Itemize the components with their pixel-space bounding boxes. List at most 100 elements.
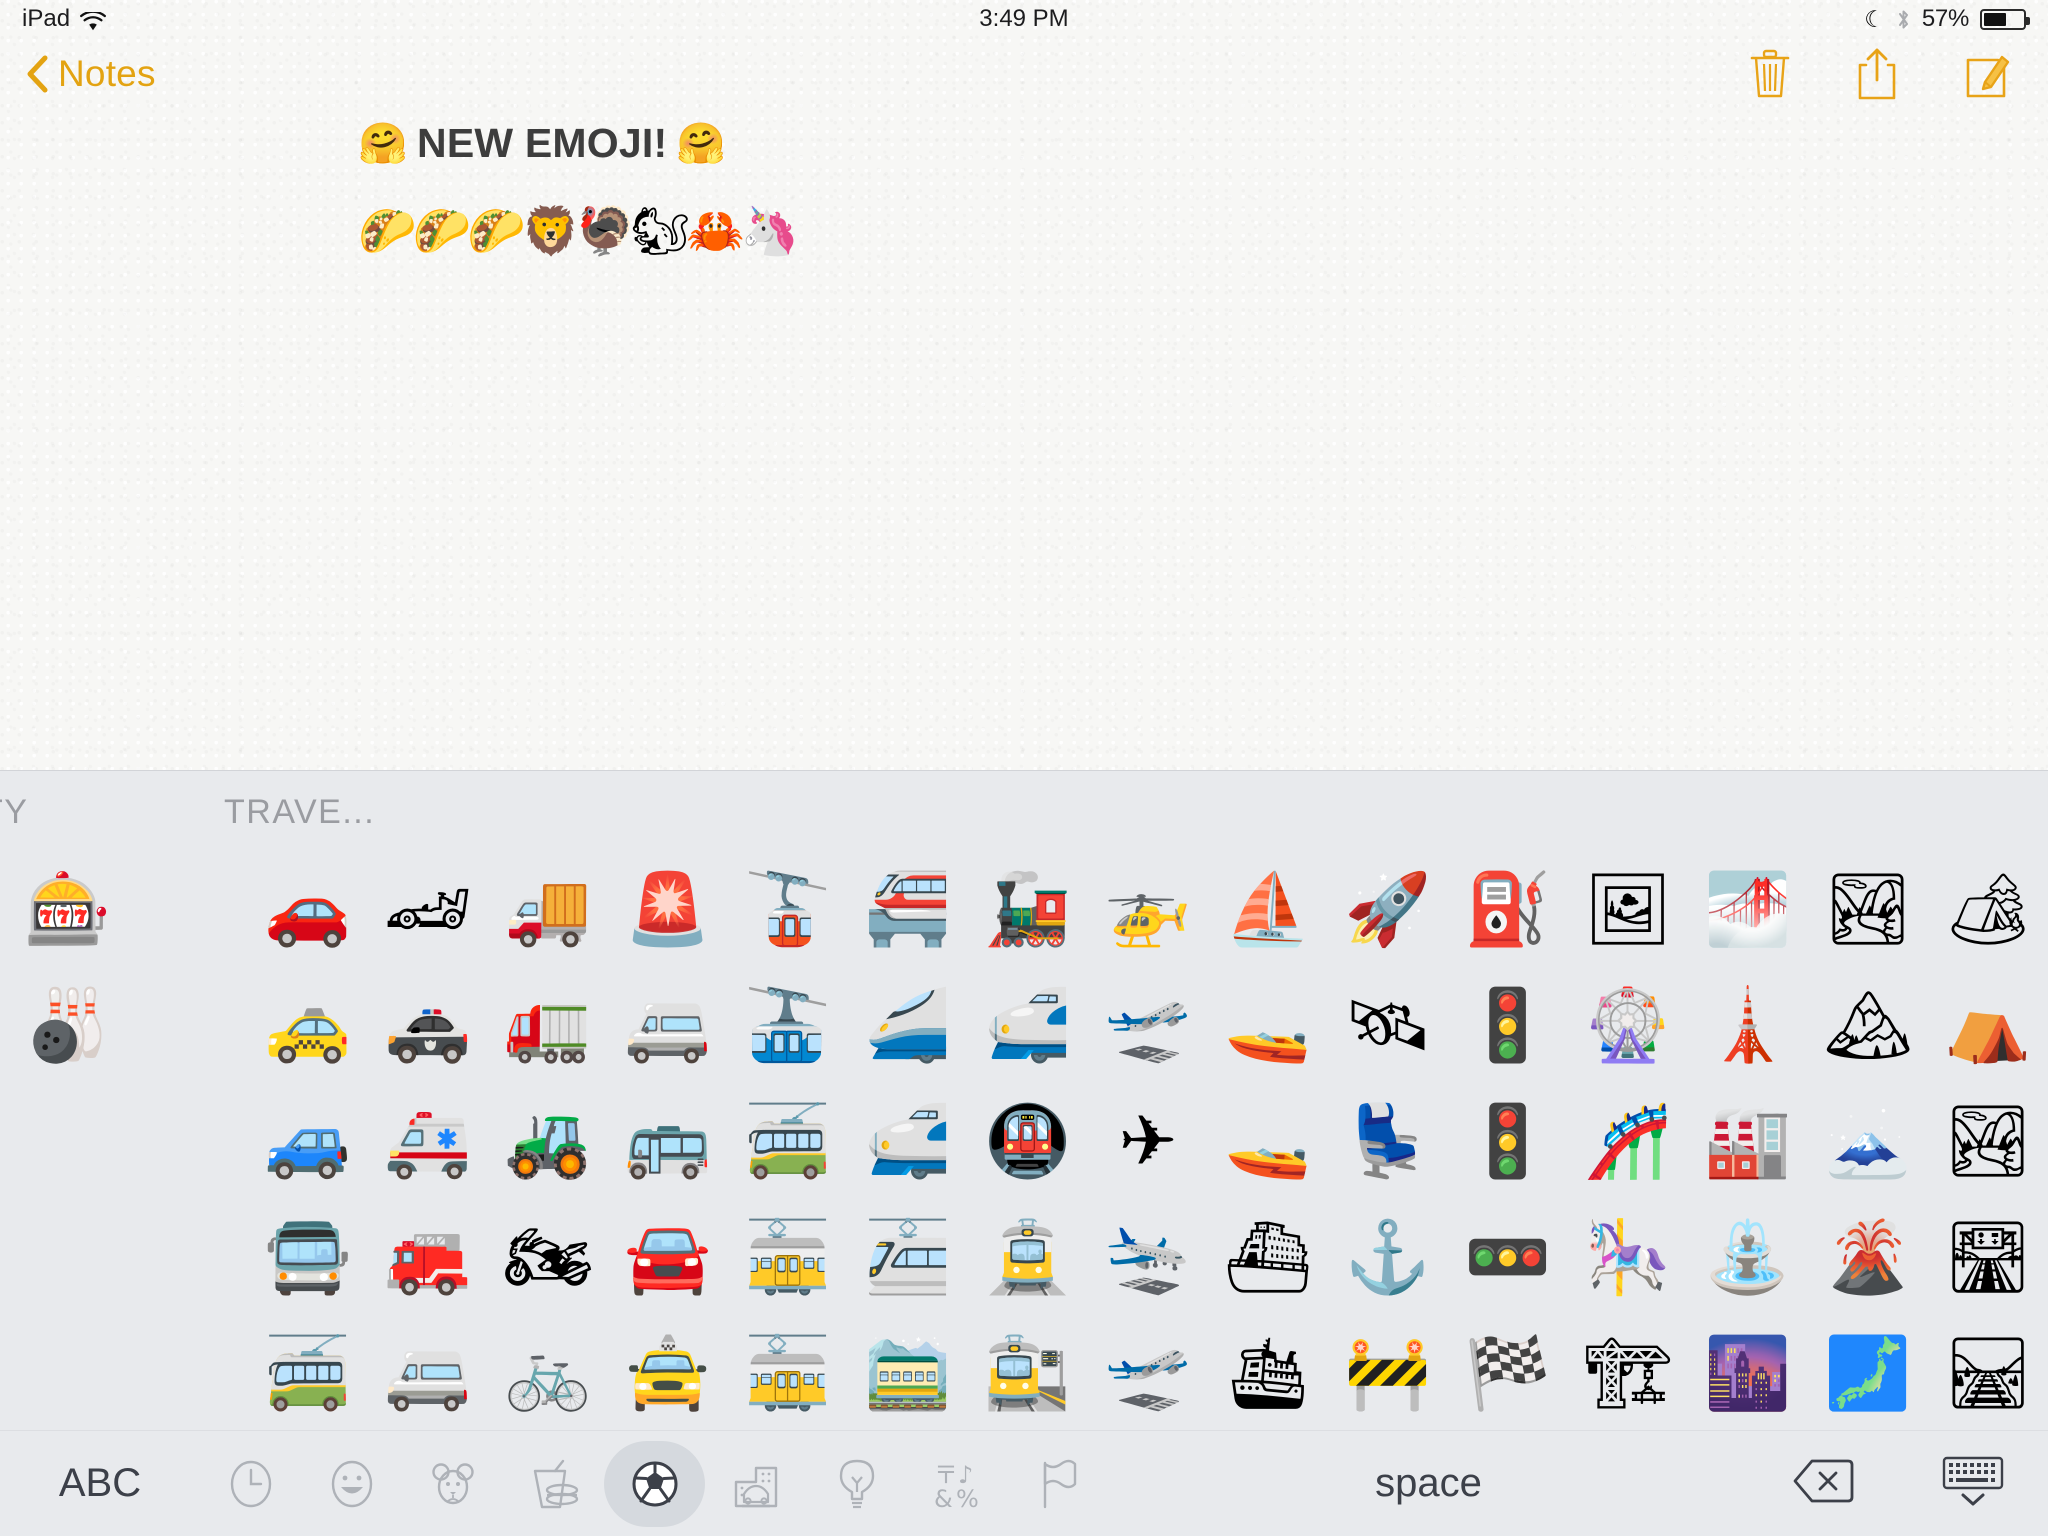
emoji-cell[interactable]: 🏎 xyxy=(368,851,488,967)
emoji-cell[interactable]: 🚦 xyxy=(1448,967,1568,1083)
emoji-cell[interactable]: 🌋 xyxy=(1808,1199,1928,1315)
emoji-category-animals[interactable] xyxy=(402,1441,503,1527)
emoji-cell[interactable]: 🏞 xyxy=(1808,851,1928,967)
emoji-cell[interactable]: 🚛 xyxy=(488,967,608,1083)
emoji-cell[interactable]: 🎳 xyxy=(8,967,128,1083)
emoji-cell[interactable]: 🚋 xyxy=(728,1199,848,1315)
emoji-cell[interactable]: ⛲ xyxy=(1688,1199,1808,1315)
emoji-cell[interactable]: 🚤 xyxy=(1208,1083,1328,1199)
emoji-cell[interactable]: 🏕 xyxy=(1928,851,2048,967)
emoji-category-flags[interactable] xyxy=(1008,1441,1109,1527)
emoji-cell[interactable]: 🚅 xyxy=(968,967,1088,1083)
emoji-cell[interactable]: 🚒 xyxy=(368,1199,488,1315)
emoji-cell[interactable]: 🚅 xyxy=(848,1083,968,1199)
emoji-cell[interactable]: 🗻 xyxy=(1808,1083,1928,1199)
delete-key[interactable] xyxy=(1748,1457,1898,1510)
emoji-cell[interactable]: 🖼 xyxy=(1568,851,1688,967)
emoji-cell[interactable]: 🚘 xyxy=(608,1199,728,1315)
emoji-cell[interactable]: 🚎 xyxy=(248,1315,368,1431)
dismiss-keyboard-key[interactable] xyxy=(1898,1455,2048,1512)
emoji-cell[interactable]: 🗾 xyxy=(1808,1315,1928,1431)
emoji-cell[interactable]: 🚕 xyxy=(248,967,368,1083)
emoji-cell[interactable]: 🛰 xyxy=(1328,967,1448,1083)
emoji-cell[interactable]: 🏞 xyxy=(1928,1083,2048,1199)
emoji-cell[interactable]: ⛽ xyxy=(1448,851,1568,967)
emoji-cell[interactable]: 🚁 xyxy=(1088,851,1208,967)
emoji-cell[interactable]: 🚊 xyxy=(968,1199,1088,1315)
emoji-cell[interactable]: 🎡 xyxy=(1568,967,1688,1083)
emoji-cell[interactable]: 🏗 xyxy=(1568,1315,1688,1431)
emoji-cell[interactable]: 🎠 xyxy=(1568,1199,1688,1315)
emoji-cell[interactable]: 🚀 xyxy=(1328,851,1448,967)
emoji-cell[interactable]: 🚙 xyxy=(248,1083,368,1199)
emoji-cell[interactable]: 🚈 xyxy=(848,1199,968,1315)
emoji-cell[interactable]: 🎢 xyxy=(1568,1083,1688,1199)
emoji-cell[interactable]: 🚎 xyxy=(728,1083,848,1199)
emoji-category-symbols[interactable]: 〒 ♪ & % xyxy=(907,1441,1008,1527)
emoji-cell[interactable]: 🚞 xyxy=(848,1315,968,1431)
emoji-cell[interactable]: 🚜 xyxy=(488,1083,608,1199)
emoji-cell[interactable]: 🏭 xyxy=(1688,1083,1808,1199)
emoji-cell[interactable]: ⛺ xyxy=(1928,967,2048,1083)
space-key[interactable]: space xyxy=(1109,1461,1748,1506)
abc-key[interactable]: ABC xyxy=(0,1461,200,1506)
emoji-category-smileys[interactable] xyxy=(301,1441,402,1527)
emoji-cell[interactable]: 🏍 xyxy=(488,1199,608,1315)
emoji-grid[interactable]: 🎰🚗🏎🚚🚨🚡🚝🚂🚁⛵🚀⛽🖼🌁🏞🏕🎳🚕🚓🚛🚐🚠🚄🚅🛫🚤🛰🚦🎡🗼🏔⛺🚙🚑🚜🚌🚎🚅🚇✈… xyxy=(0,851,2048,1431)
emoji-cell[interactable]: 🛬 xyxy=(1088,1199,1208,1315)
emoji-section-headers: TY TRAVE... xyxy=(0,771,2048,851)
emoji-cell[interactable]: 🚡 xyxy=(728,851,848,967)
battery-icon xyxy=(1980,9,2026,30)
emoji-cell[interactable]: ⛴ xyxy=(1208,1199,1328,1315)
svg-text:%: % xyxy=(956,1485,979,1511)
emoji-cell[interactable]: 🛫 xyxy=(1088,1315,1208,1431)
emoji-cell[interactable]: 🌆 xyxy=(1688,1315,1808,1431)
emoji-cell[interactable]: 🚋 xyxy=(728,1315,848,1431)
emoji-cell[interactable]: 🚚 xyxy=(488,851,608,967)
emoji-cell[interactable]: 🚂 xyxy=(968,851,1088,967)
emoji-cell[interactable]: 🚐 xyxy=(608,967,728,1083)
note-content[interactable]: 🤗 NEW EMOJI! 🤗 🌮🌮🌮🦁🦃🐿🦀🦄 xyxy=(0,120,2048,254)
emoji-cell[interactable]: 🚌 xyxy=(608,1083,728,1199)
emoji-cell[interactable]: 🚲 xyxy=(488,1315,608,1431)
emoji-cell[interactable]: 🚨 xyxy=(608,851,728,967)
emoji-cell[interactable]: 🚥 xyxy=(1448,1199,1568,1315)
emoji-cell[interactable]: 🌁 xyxy=(1688,851,1808,967)
emoji-category-travel[interactable] xyxy=(705,1441,806,1527)
emoji-cell[interactable]: ⚓ xyxy=(1328,1199,1448,1315)
emoji-cell[interactable]: 🚧 xyxy=(1328,1315,1448,1431)
emoji-cell[interactable]: 🏁 xyxy=(1448,1315,1568,1431)
emoji-category-recents[interactable] xyxy=(200,1441,301,1527)
emoji-cell[interactable]: 🚉 xyxy=(968,1315,1088,1431)
emoji-cell[interactable]: 💺 xyxy=(1328,1083,1448,1199)
emoji-cell[interactable]: 🚤 xyxy=(1208,967,1328,1083)
emoji-cell[interactable]: 🛤 xyxy=(1928,1315,2048,1431)
emoji-cell[interactable]: 🗼 xyxy=(1688,967,1808,1083)
emoji-cell[interactable]: 🚐 xyxy=(368,1315,488,1431)
emoji-category-activity[interactable] xyxy=(604,1441,705,1527)
trash-icon[interactable] xyxy=(1746,48,1794,100)
emoji-cell[interactable]: 🚖 xyxy=(608,1315,728,1431)
compose-icon[interactable] xyxy=(1960,48,2012,100)
emoji-cell[interactable]: 🎰 xyxy=(8,851,128,967)
emoji-cell[interactable]: 🚓 xyxy=(368,967,488,1083)
emoji-category-food[interactable] xyxy=(503,1441,604,1527)
emoji-cell[interactable]: 🚗 xyxy=(248,851,368,967)
emoji-cell[interactable]: 🚠 xyxy=(728,967,848,1083)
share-icon[interactable] xyxy=(1854,47,1900,101)
back-to-notes-button[interactable]: Notes xyxy=(26,53,156,95)
emoji-category-objects[interactable] xyxy=(806,1441,907,1527)
emoji-cell[interactable]: 🚑 xyxy=(368,1083,488,1199)
emoji-cell[interactable]: 🛣 xyxy=(1928,1199,2048,1315)
emoji-cell[interactable]: ✈ xyxy=(1088,1083,1208,1199)
emoji-cell[interactable]: 🚍 xyxy=(248,1199,368,1315)
emoji-cell[interactable]: ⛵ xyxy=(1208,851,1328,967)
emoji-cell[interactable]: 🚝 xyxy=(848,851,968,967)
emoji-cell[interactable]: 🚄 xyxy=(848,967,968,1083)
emoji-cell[interactable]: 🚇 xyxy=(968,1083,1088,1199)
emoji-cell[interactable]: 🚦 xyxy=(1448,1083,1568,1199)
emoji-cell[interactable]: 🛫 xyxy=(1088,967,1208,1083)
note-title-emoji-left: 🤗 xyxy=(358,120,408,167)
emoji-cell[interactable]: 🏔 xyxy=(1808,967,1928,1083)
emoji-cell[interactable]: 🛳 xyxy=(1208,1315,1328,1431)
